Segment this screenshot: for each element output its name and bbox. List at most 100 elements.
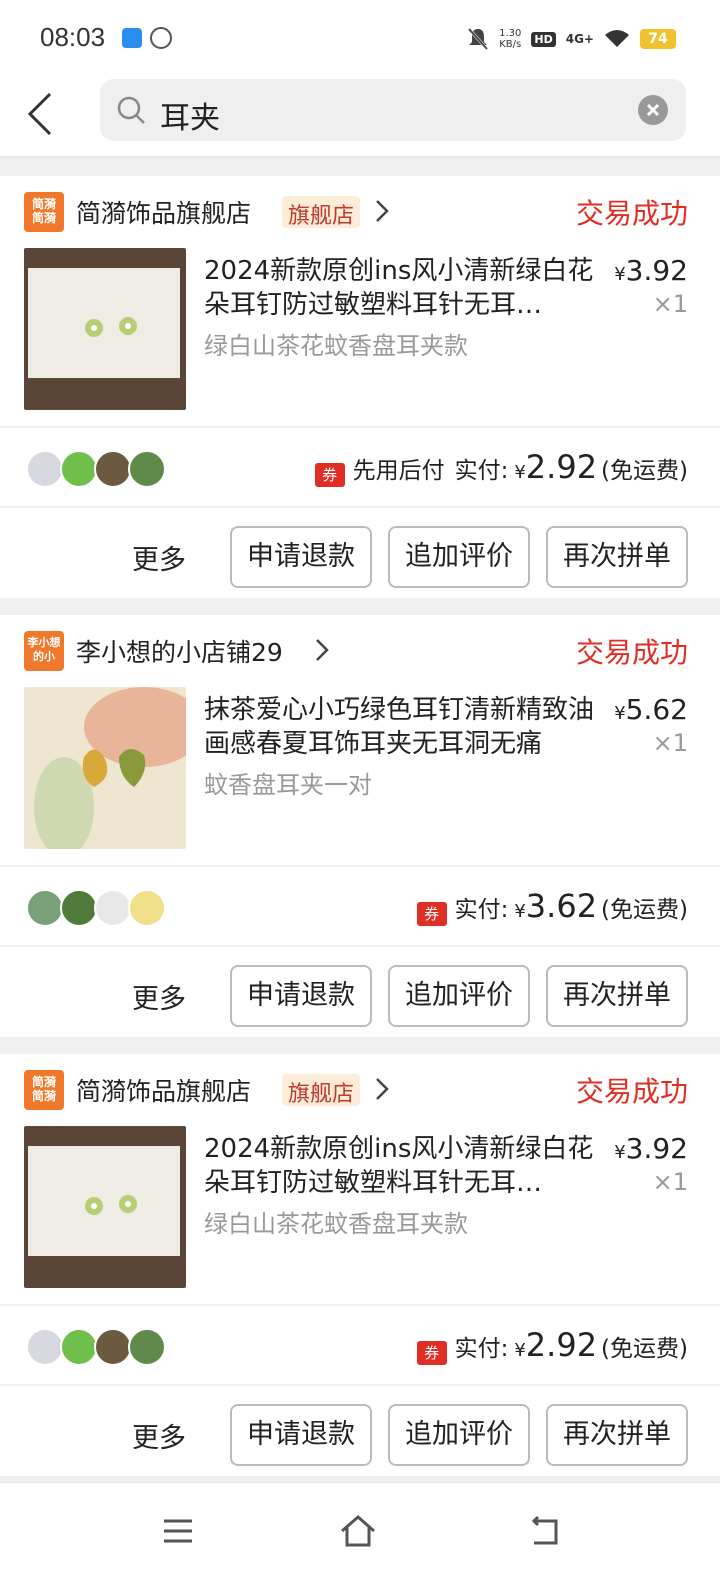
payment-summary: 券 实付: ¥ 2.92 (免运费) (416, 1326, 688, 1365)
action-row: 更多 申请退款 追加评价 再次拼单 (0, 510, 720, 604)
payment-row: 券 实付: ¥ 3.62 (免运费) (0, 869, 720, 947)
shop-logo: 简漪 简漪 (24, 192, 64, 232)
avatar (94, 450, 132, 488)
reorder-button[interactable]: 再次拼单 (546, 965, 688, 1027)
currency-symbol: ¥ (614, 264, 626, 285)
product-row[interactable]: 2024新款原创ins风小清新绿白花朵耳钉防过敏塑料耳针无耳… 绿白山茶花蚊香盘… (0, 248, 720, 428)
product-title[interactable]: 抹茶爱心小巧绿色耳钉清新精致油画感春夏耳饰耳夹无耳洞无痛 (204, 693, 594, 761)
shop-row[interactable]: 简漪 简漪 简漪饰品旗舰店 旗舰店 交易成功 (0, 176, 720, 248)
divider (0, 1384, 720, 1386)
payment-row: 券 先用后付 实付: ¥ 2.92 (免运费) (0, 430, 720, 508)
network-speed-value: 1.30 (499, 28, 522, 39)
product-title[interactable]: 2024新款原创ins风小清新绿白花朵耳钉防过敏塑料耳针无耳… (204, 254, 594, 322)
product-image[interactable] (24, 1126, 186, 1288)
coupon-icon: 券 (416, 1341, 447, 1365)
clear-search-icon[interactable] (638, 95, 668, 125)
divider (0, 506, 720, 508)
avatar (60, 889, 98, 927)
avatar (128, 889, 166, 927)
price-value: 3.92 (625, 254, 688, 287)
mute-icon (468, 27, 489, 51)
shop-logo: 简漪 简漪 (24, 1070, 64, 1110)
search-header: 耳夹 (0, 76, 720, 158)
product-image[interactable] (24, 248, 186, 410)
shop-row[interactable]: 简漪 简漪 简漪饰品旗舰店 旗舰店 交易成功 (0, 1054, 720, 1126)
group-avatars (26, 889, 166, 927)
free-shipping-label: (免运费) (601, 897, 688, 923)
add-review-button[interactable]: 追加评价 (388, 1404, 530, 1466)
free-shipping-label: (免运费) (601, 458, 688, 484)
pay-later-label: 先用后付 (352, 458, 445, 484)
notification-app-icon-2 (150, 27, 172, 49)
group-avatars (26, 450, 166, 488)
refund-button[interactable]: 申请退款 (230, 1404, 372, 1466)
currency-symbol: ¥ (614, 703, 626, 724)
flagship-badge: 旗舰店 (282, 196, 361, 229)
shop-name[interactable]: 简漪饰品旗舰店 (76, 1072, 251, 1108)
product-title[interactable]: 2024新款原创ins风小清新绿白花朵耳钉防过敏塑料耳针无耳… (204, 1132, 594, 1200)
order-card[interactable]: 简漪 简漪 简漪饰品旗舰店 旗舰店 交易成功 2024新款原创ins风小清新绿白花… (0, 1054, 720, 1476)
paid-label: 实付: (454, 897, 509, 923)
price-value: 5.62 (625, 693, 688, 726)
product-image[interactable] (24, 687, 186, 849)
home-icon[interactable] (338, 1511, 378, 1551)
avatar (26, 889, 64, 927)
product-price: ¥3.92 (614, 254, 688, 287)
more-button[interactable]: 更多 (132, 538, 186, 577)
flagship-badge: 旗舰店 (282, 1074, 361, 1107)
chevron-right-icon (316, 639, 329, 661)
action-row: 更多 申请退款 追加评价 再次拼单 (0, 1388, 720, 1482)
currency-symbol: ¥ (514, 1340, 526, 1361)
shop-name[interactable]: 李小想的小店铺29 (76, 633, 283, 669)
more-button[interactable]: 更多 (132, 977, 186, 1016)
product-quantity: ×1 (652, 1168, 688, 1196)
order-card[interactable]: 李小想 的小 李小想的小店铺29 交易成功 抹茶爱心小巧绿色耳钉清新精致油画感春夏… (0, 615, 720, 1037)
network-speed: 1.30 KB/s (499, 28, 521, 50)
status-bar: 08:03 1.30 KB/s HD 4G+ 74 (0, 0, 720, 76)
chevron-right-icon (376, 1078, 389, 1100)
more-button[interactable]: 更多 (132, 1416, 186, 1455)
action-row: 更多 申请退款 追加评价 再次拼单 (0, 949, 720, 1043)
back-arrow-icon[interactable] (22, 86, 66, 142)
price-value: 3.92 (625, 1132, 688, 1165)
refund-button[interactable]: 申请退款 (230, 526, 372, 588)
avatar (128, 450, 166, 488)
paid-label: 实付: (454, 458, 509, 484)
refund-button[interactable]: 申请退款 (230, 965, 372, 1027)
avatar (60, 1328, 98, 1366)
system-nav-bar (0, 1482, 720, 1584)
coupon-icon: 券 (314, 463, 345, 487)
menu-icon[interactable] (158, 1511, 198, 1551)
divider (0, 945, 720, 947)
add-review-button[interactable]: 追加评价 (388, 965, 530, 1027)
product-spec: 绿白山茶花蚊香盘耳夹款 (204, 332, 468, 360)
hd-indicator: HD (531, 31, 556, 47)
free-shipping-label: (免运费) (601, 1336, 688, 1362)
avatar (26, 1328, 64, 1366)
currency-symbol: ¥ (514, 462, 526, 483)
reorder-button[interactable]: 再次拼单 (546, 526, 688, 588)
search-input[interactable]: 耳夹 (100, 79, 686, 141)
paid-label: 实付: (454, 1336, 509, 1362)
order-status: 交易成功 (575, 197, 688, 230)
order-card[interactable]: 简漪 简漪 简漪饰品旗舰店 旗舰店 交易成功 2024新款原创ins风小清新绿白花… (0, 176, 720, 598)
currency-symbol: ¥ (614, 1142, 626, 1163)
product-row[interactable]: 抹茶爱心小巧绿色耳钉清新精致油画感春夏耳饰耳夹无耳洞无痛 蚊香盘耳夹一对 ¥5.… (0, 687, 720, 867)
order-status: 交易成功 (575, 636, 688, 669)
reorder-button[interactable]: 再次拼单 (546, 1404, 688, 1466)
product-price: ¥5.62 (614, 693, 688, 726)
product-row[interactable]: 2024新款原创ins风小清新绿白花朵耳钉防过敏塑料耳针无耳… 绿白山茶花蚊香盘… (0, 1126, 720, 1306)
network-speed-unit: KB/s (499, 39, 522, 50)
back-nav-icon[interactable] (524, 1511, 564, 1551)
search-query: 耳夹 (160, 101, 220, 136)
group-avatars (26, 1328, 166, 1366)
currency-symbol: ¥ (514, 901, 526, 922)
coupon-icon: 券 (416, 902, 447, 926)
add-review-button[interactable]: 追加评价 (388, 526, 530, 588)
search-icon (117, 96, 145, 124)
divider (0, 1304, 720, 1306)
shop-row[interactable]: 李小想 的小 李小想的小店铺29 交易成功 (0, 615, 720, 687)
avatar (94, 889, 132, 927)
shop-name[interactable]: 简漪饰品旗舰店 (76, 194, 251, 230)
divider (0, 865, 720, 867)
